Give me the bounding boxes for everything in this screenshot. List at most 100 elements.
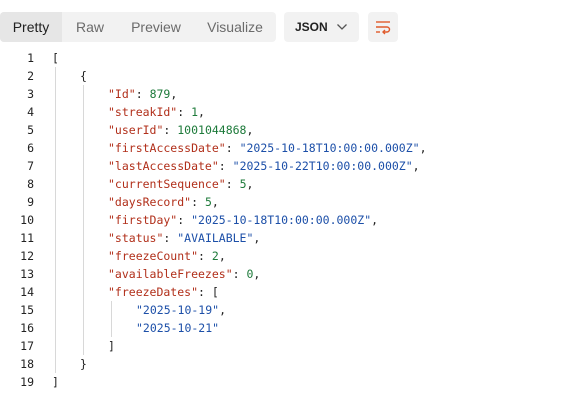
json-value: 5: [204, 195, 212, 209]
json-comma: ,: [246, 177, 254, 191]
code-line: "streakId": 1,: [108, 103, 205, 121]
view-mode-tabs: Pretty Raw Preview Visualize: [0, 12, 276, 42]
code-line: "freezeDates": [: [108, 283, 219, 301]
code-line: "userId": 1001044868,: [108, 121, 253, 139]
tab-raw[interactable]: Raw: [62, 12, 118, 42]
json-key: "daysRecord": [108, 195, 192, 209]
line-number: 17: [20, 339, 34, 353]
json-bracket: ]: [52, 375, 59, 389]
json-colon: :: [177, 105, 192, 119]
json-comma: ,: [198, 105, 205, 119]
code-line: "Id": 879,: [108, 85, 177, 103]
line-number: 3: [27, 87, 34, 101]
json-colon: :: [218, 159, 233, 173]
json-value: [: [211, 285, 219, 299]
json-comma: ,: [170, 87, 178, 101]
json-comma: ,: [253, 267, 261, 281]
line-number: 11: [20, 231, 34, 245]
tab-pretty[interactable]: Pretty: [0, 12, 62, 42]
json-bracket: }: [80, 357, 87, 371]
json-value: 2: [211, 249, 219, 263]
json-comma: ,: [412, 159, 420, 173]
chevron-down-icon: [337, 24, 347, 30]
tab-preview[interactable]: Preview: [118, 12, 194, 42]
indent-guide: [55, 67, 56, 373]
json-comma: ,: [211, 195, 219, 209]
code-line: "firstDay": "2025-10-18T10:00:00.000Z",: [108, 211, 378, 229]
indent-guide: [111, 301, 112, 337]
line-number: 10: [20, 213, 34, 227]
json-colon: :: [191, 195, 205, 209]
line-number: 1: [27, 51, 34, 65]
json-value: 5: [239, 177, 247, 191]
line-number: 9: [27, 195, 34, 209]
code-line: "daysRecord": 5,: [108, 193, 219, 211]
json-key: "freezeDates": [108, 285, 199, 299]
json-key: "streakId": [108, 105, 178, 119]
json-bracket: {: [80, 69, 87, 83]
json-bracket: [: [52, 51, 59, 65]
code-line: ]: [108, 337, 115, 355]
line-number: 15: [20, 303, 34, 317]
json-comma: ,: [246, 123, 254, 137]
format-select-value: JSON: [295, 20, 328, 34]
format-select[interactable]: JSON: [284, 12, 359, 42]
json-value: 879: [149, 87, 171, 101]
line-number: 6: [27, 141, 34, 155]
json-comma: ,: [253, 231, 261, 245]
line-number: 2: [27, 69, 34, 83]
line-number: 8: [27, 177, 34, 191]
line-number: 7: [27, 159, 34, 173]
json-colon: :: [163, 231, 178, 245]
json-key: "freezeCount": [108, 249, 199, 263]
json-value: "2025-10-21": [136, 321, 220, 335]
json-comma: ,: [218, 249, 226, 263]
line-number: 13: [20, 267, 34, 281]
code-line: "lastAccessDate": "2025-10-22T10:00:00.0…: [108, 157, 420, 175]
json-value: "2025-10-18T10:00:00.000Z": [239, 141, 420, 155]
line-number: 4: [27, 105, 34, 119]
json-colon: :: [198, 285, 212, 299]
json-value: "2025-10-18T10:00:00.000Z": [191, 213, 372, 227]
json-comma: ,: [219, 303, 227, 317]
line-number: 18: [20, 357, 34, 371]
code-line: {: [80, 67, 87, 85]
line-number: 19: [20, 375, 34, 389]
tab-visualize[interactable]: Visualize: [194, 12, 276, 42]
json-comma: ,: [371, 213, 379, 227]
json-colon: :: [163, 123, 178, 137]
json-key: "firstDay": [108, 213, 178, 227]
json-colon: :: [198, 249, 212, 263]
word-wrap-icon: [376, 21, 391, 35]
code-line: }: [80, 355, 87, 373]
json-colon: :: [177, 213, 192, 227]
json-bracket: ]: [108, 339, 115, 353]
indent-guide: [83, 85, 84, 355]
code-line: "currentSequence": 5,: [108, 175, 253, 193]
json-value: "2025-10-19": [136, 303, 220, 317]
json-value: "AVAILABLE": [177, 231, 254, 245]
json-value: 1001044868: [177, 123, 247, 137]
json-key: "Id": [108, 87, 136, 101]
json-key: "availableFreezes": [108, 267, 233, 281]
line-number: 12: [20, 249, 34, 263]
json-key: "currentSequence": [108, 177, 226, 191]
json-key: "lastAccessDate": [108, 159, 219, 173]
json-value: 1: [191, 105, 199, 119]
word-wrap-button[interactable]: [368, 12, 398, 42]
line-number: 16: [20, 321, 34, 335]
response-body-editor[interactable]: 1 2 3 4 5 6 7 8 9 10 11 12 13 14 15 16 17 18 19 [{"Id": 87…: [0, 49, 587, 395]
json-colon: :: [232, 267, 247, 281]
json-colon: :: [225, 177, 240, 191]
json-value: "2025-10-22T10:00:00.000Z": [232, 159, 413, 173]
code-line: "freezeCount": 2,: [108, 247, 226, 265]
code-line: "firstAccessDate": "2025-10-18T10:00:00.…: [108, 139, 427, 157]
json-key: "userId": [108, 123, 164, 137]
code-line: "2025-10-21": [136, 319, 219, 337]
code-line: [: [52, 49, 59, 67]
json-comma: ,: [419, 141, 427, 155]
json-colon: :: [135, 87, 150, 101]
code-line: "availableFreezes": 0,: [108, 265, 260, 283]
json-key: "firstAccessDate": [108, 141, 226, 155]
code-line: "2025-10-19",: [136, 301, 226, 319]
